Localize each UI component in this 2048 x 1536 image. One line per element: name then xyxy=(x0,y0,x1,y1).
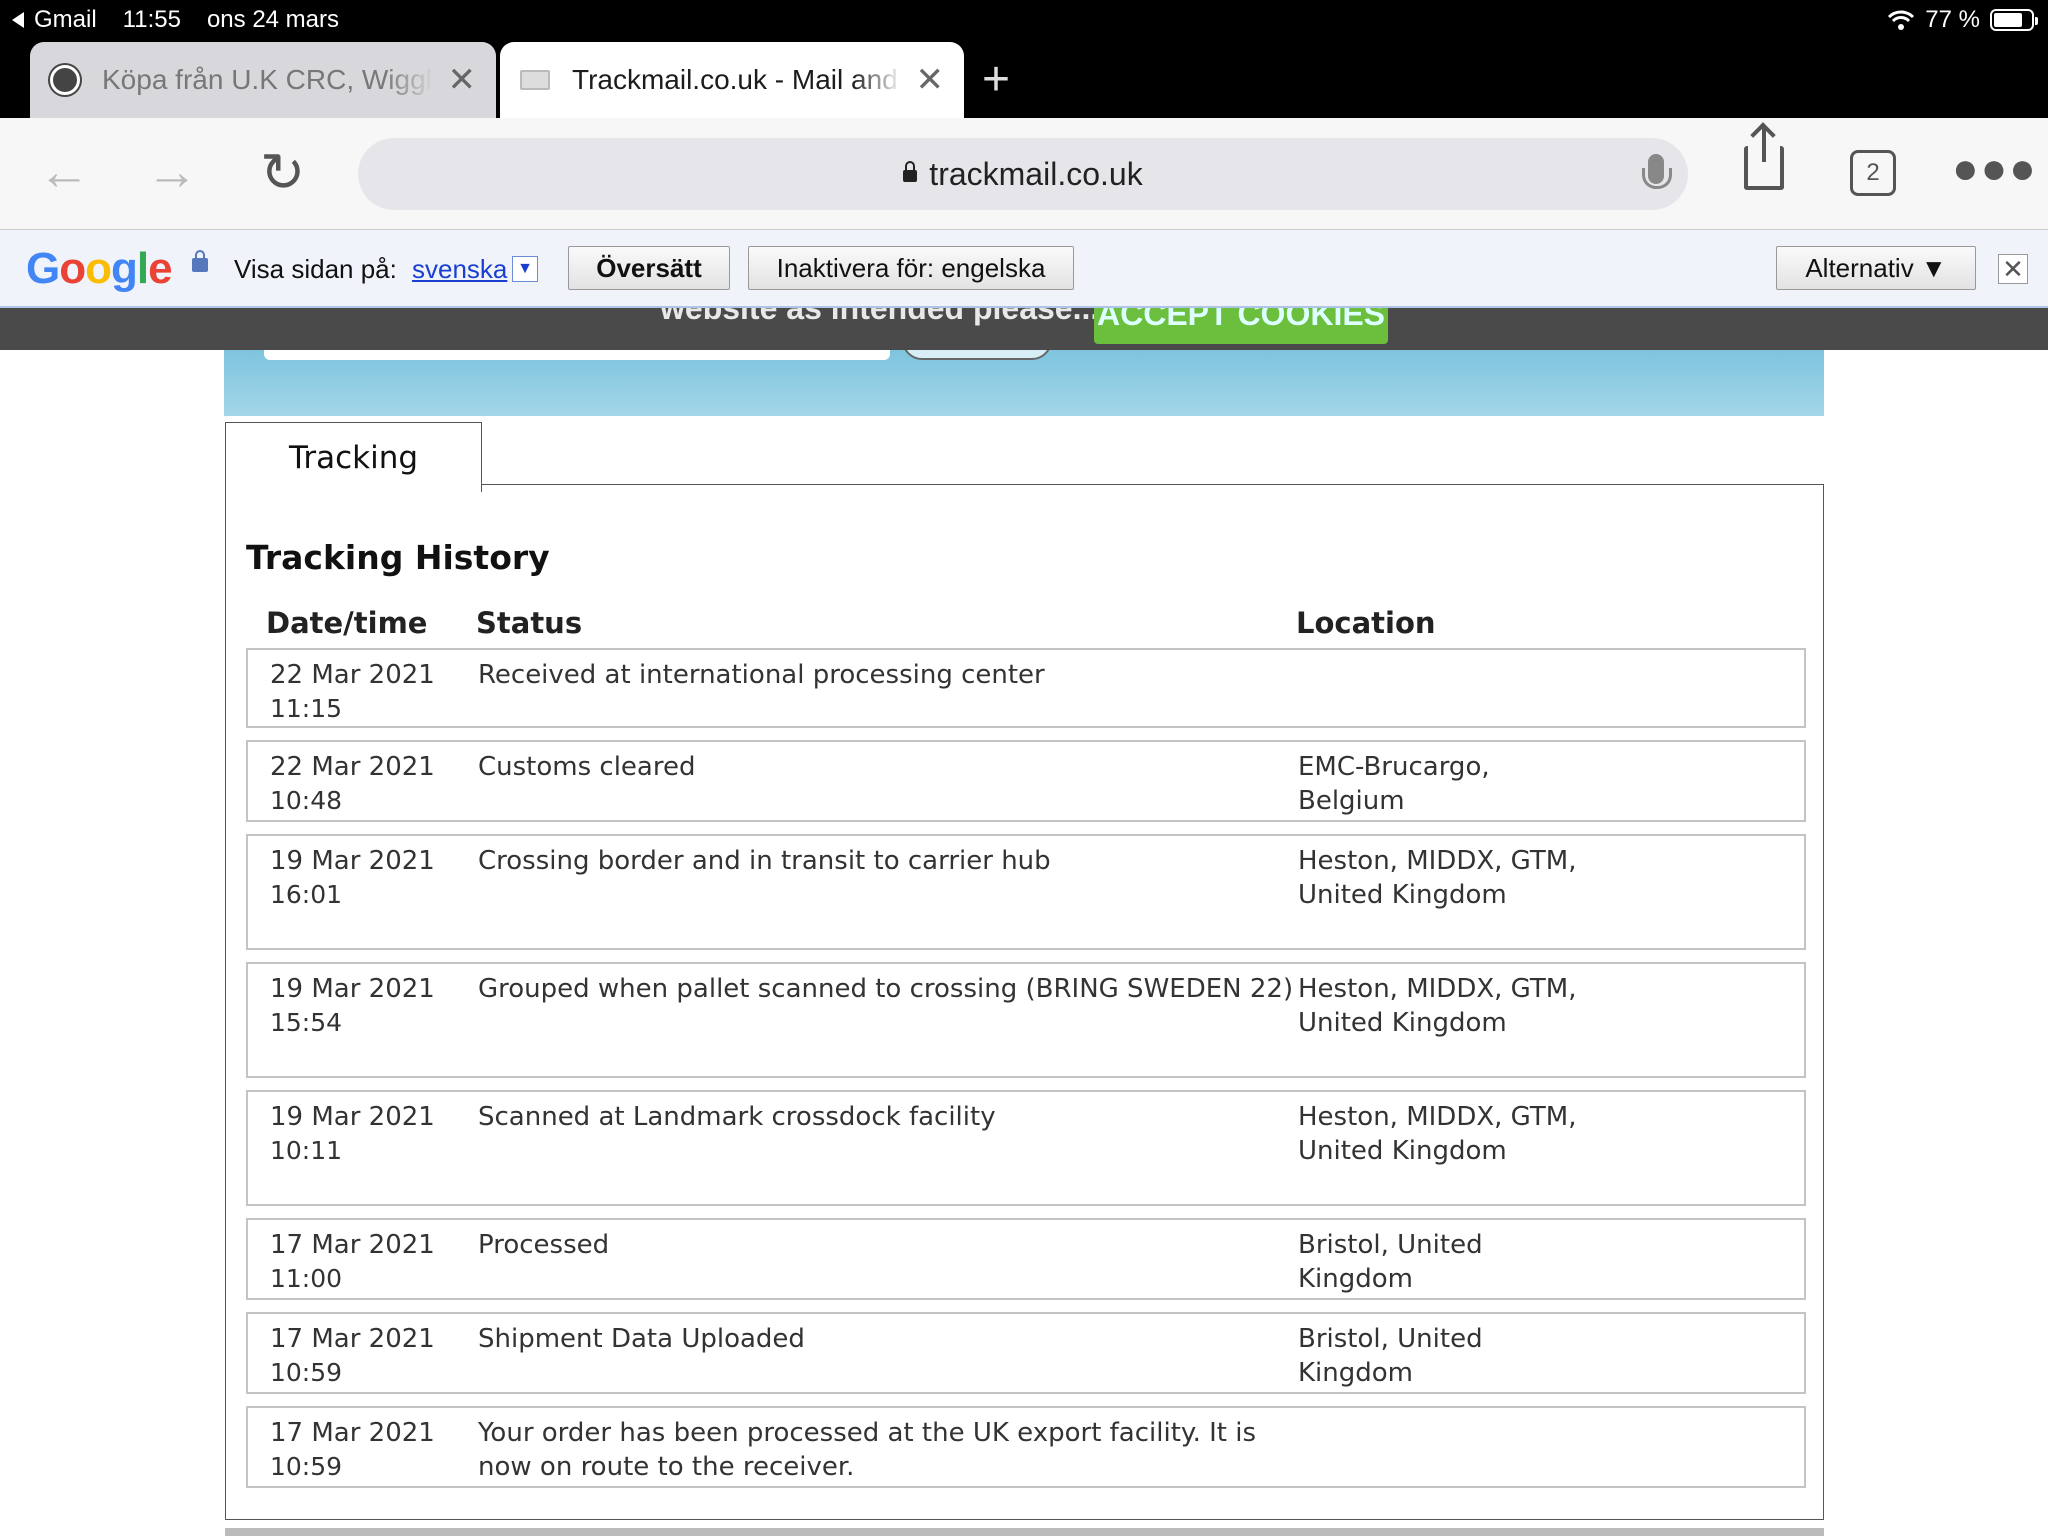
row-location: Bristol, United Kingdom xyxy=(1298,1230,1483,1294)
address-bar[interactable]: trackmail.co.uk xyxy=(358,138,1688,210)
back-app-label: Gmail xyxy=(34,6,97,33)
lock-icon xyxy=(903,161,918,182)
row-location: Heston, MIDDX, GTM, United Kingdom xyxy=(1298,846,1577,910)
share-button[interactable] xyxy=(1744,128,1784,190)
mail-favicon-icon xyxy=(520,70,550,90)
tab-title: Trackmail.co.uk - Mail and xyxy=(572,64,898,95)
row-date: 19 Mar 2021 xyxy=(270,974,435,1004)
row-date: 19 Mar 2021 xyxy=(270,846,435,876)
tab-overview-button[interactable]: 2 xyxy=(1850,150,1896,196)
track-button[interactable] xyxy=(902,350,1052,360)
row-time: 10:59 xyxy=(270,1358,343,1387)
cookie-text: website as intended please... xyxy=(660,308,1100,326)
table-row: 19 Mar 2021 16:01 Crossing border and in … xyxy=(246,834,1806,950)
row-date: 19 Mar 2021 xyxy=(270,1102,435,1132)
microphone-icon[interactable] xyxy=(1642,154,1672,189)
row-date: 17 Mar 2021 xyxy=(270,1324,435,1354)
table-row: 22 Mar 2021 11:15 Received at internation… xyxy=(246,648,1806,728)
column-header-location: Location xyxy=(1296,606,1436,640)
translate-button[interactable]: Översätt xyxy=(568,246,730,290)
tab-wiggle[interactable]: Köpa från U.K CRC, Wiggle ✕ xyxy=(30,42,496,118)
row-status: Scanned at Landmark crossdock facility xyxy=(478,1102,996,1132)
table-row: 19 Mar 2021 10:11 Scanned at Landmark cro… xyxy=(246,1090,1806,1206)
back-button[interactable]: ← xyxy=(38,146,90,198)
table-row: 17 Mar 2021 11:00 Processed Bristol, Unit… xyxy=(246,1218,1806,1300)
browser-toolbar: ← → ↻ trackmail.co.uk 2 ●●● xyxy=(0,118,2048,230)
disable-translate-button[interactable]: Inaktivera för: engelska xyxy=(748,246,1074,290)
table-row: 17 Mar 2021 10:59 Your order has been pro… xyxy=(246,1406,1806,1488)
language-dropdown-icon[interactable]: ▼ xyxy=(512,256,538,282)
table-row: 17 Mar 2021 10:59 Shipment Data Uploaded … xyxy=(246,1312,1806,1394)
tab-trackmail[interactable]: Trackmail.co.uk - Mail and ✕ xyxy=(500,42,964,118)
panel-footer-edge xyxy=(225,1528,1824,1536)
cookie-banner: website as intended please... ACCEPT COO… xyxy=(0,308,2048,350)
tab-tracking[interactable]: Tracking xyxy=(225,422,482,492)
close-tab-icon[interactable]: ✕ xyxy=(448,60,477,100)
row-status: Received at international processing cen… xyxy=(478,660,1045,690)
accept-cookies-button[interactable]: ACCEPT COOKIES xyxy=(1094,308,1388,344)
row-location: Heston, MIDDX, GTM, United Kingdom xyxy=(1298,1102,1577,1166)
clock: 11:55 xyxy=(122,6,181,33)
translate-prompt: Visa sidan på: xyxy=(234,254,397,284)
row-status: Processed xyxy=(478,1230,610,1260)
row-status: Grouped when pallet scanned to crossing … xyxy=(478,974,1294,1004)
row-time: 11:15 xyxy=(270,694,343,723)
wiggle-favicon-icon xyxy=(50,65,80,95)
row-status: Customs cleared xyxy=(478,752,696,782)
tab-strip: Köpa från U.K CRC, Wiggle ✕ Trackmail.co… xyxy=(0,38,2048,118)
close-tab-icon[interactable]: ✕ xyxy=(916,60,945,100)
target-language-link[interactable]: svenska xyxy=(412,254,507,285)
status-bar: Gmail 11:55 ons 24 mars 77 % xyxy=(0,0,2048,38)
url-text: trackmail.co.uk xyxy=(929,155,1143,192)
battery-icon xyxy=(1990,9,2038,31)
lock-icon xyxy=(192,250,208,272)
row-location: Bristol, United Kingdom xyxy=(1298,1324,1483,1388)
table-row: 22 Mar 2021 10:48 Customs cleared EMC-Bru… xyxy=(246,740,1806,822)
back-app-icon xyxy=(12,12,24,28)
column-header-status: Status xyxy=(476,606,583,640)
row-time: 10:59 xyxy=(270,1452,343,1481)
tracking-history-title: Tracking History xyxy=(246,538,550,577)
row-date: 17 Mar 2021 xyxy=(270,1230,435,1260)
more-menu-button[interactable]: ●●● xyxy=(1952,144,2038,194)
wifi-icon xyxy=(1888,10,1915,30)
table-row: 19 Mar 2021 15:54 Grouped when pallet sca… xyxy=(246,962,1806,1078)
forward-button[interactable]: → xyxy=(146,146,198,198)
row-location: EMC-Brucargo, Belgium xyxy=(1298,752,1490,816)
row-date: 17 Mar 2021 xyxy=(270,1418,435,1448)
row-status: Your order has been processed at the UK … xyxy=(478,1418,1257,1482)
row-status: Crossing border and in transit to carrie… xyxy=(478,846,1051,876)
row-time: 11:00 xyxy=(270,1264,343,1293)
column-header-datetime: Date/time xyxy=(266,606,428,640)
row-time: 10:48 xyxy=(270,786,343,815)
options-button[interactable]: Alternativ ▼ xyxy=(1776,246,1976,290)
new-tab-button[interactable]: + xyxy=(982,52,1010,107)
row-date: 22 Mar 2021 xyxy=(270,660,435,690)
site-header xyxy=(224,350,1824,416)
row-location: Heston, MIDDX, GTM, United Kingdom xyxy=(1298,974,1577,1038)
back-to-app[interactable]: Gmail 11:55 ons 24 mars xyxy=(12,6,339,34)
translate-bar: Google Visa sidan på: svenska ▼ Översätt… xyxy=(0,230,2048,308)
row-time: 16:01 xyxy=(270,880,343,909)
reload-button[interactable]: ↻ xyxy=(260,146,305,200)
google-logo: Google xyxy=(26,244,173,293)
row-date: 22 Mar 2021 xyxy=(270,752,435,782)
close-translate-bar-button[interactable]: ✕ xyxy=(1998,254,2028,284)
tab-title: Köpa från U.K CRC, Wiggle xyxy=(102,64,434,95)
row-time: 10:11 xyxy=(270,1136,343,1165)
row-status: Shipment Data Uploaded xyxy=(478,1324,805,1354)
date: ons 24 mars xyxy=(206,6,340,33)
battery-percent: 77 % xyxy=(1925,6,1980,33)
row-time: 15:54 xyxy=(270,1008,343,1037)
tracking-number-input[interactable] xyxy=(264,350,890,360)
